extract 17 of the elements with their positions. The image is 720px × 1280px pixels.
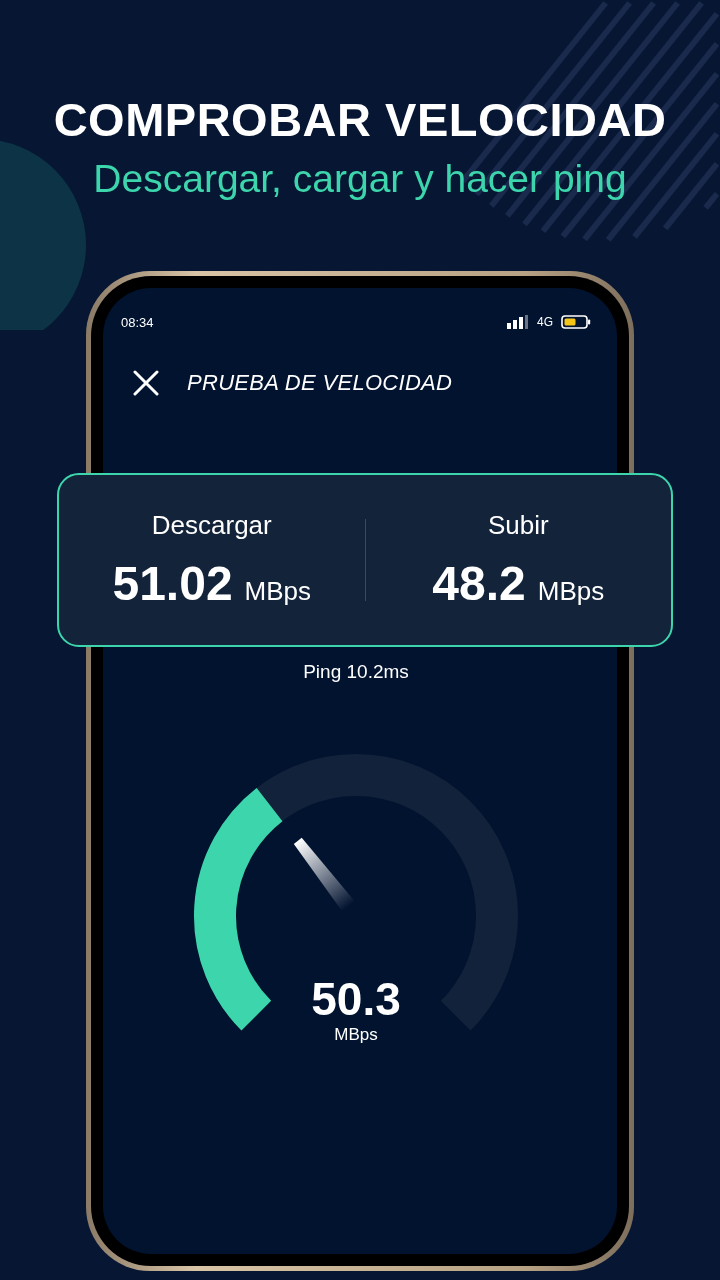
network-type: 4G — [537, 315, 553, 329]
result-value: 51.02 — [112, 558, 233, 610]
ping-reading: Ping 10.2ms — [302, 661, 410, 683]
headline: COMPROBAR VELOCIDAD — [52, 92, 668, 148]
gauge-unit: MBps — [334, 1025, 378, 1045]
screen-title: PRUEBA DE VELOCIDAD — [187, 370, 453, 396]
result-unit: MBps — [244, 576, 312, 607]
result-label: Descargar — [151, 510, 272, 540]
subheadline: Descargar, cargar y hacer ping — [92, 156, 628, 202]
signal-icon — [507, 315, 529, 329]
result-label: Subir — [487, 510, 549, 540]
status-time: 08:34 — [121, 314, 154, 330]
battery-icon — [561, 315, 591, 329]
result-unit: MBps — [537, 576, 605, 607]
gauge-value: 50.3 — [311, 973, 401, 1025]
result-value: 48.2 — [432, 558, 526, 610]
close-icon[interactable] — [133, 370, 159, 396]
